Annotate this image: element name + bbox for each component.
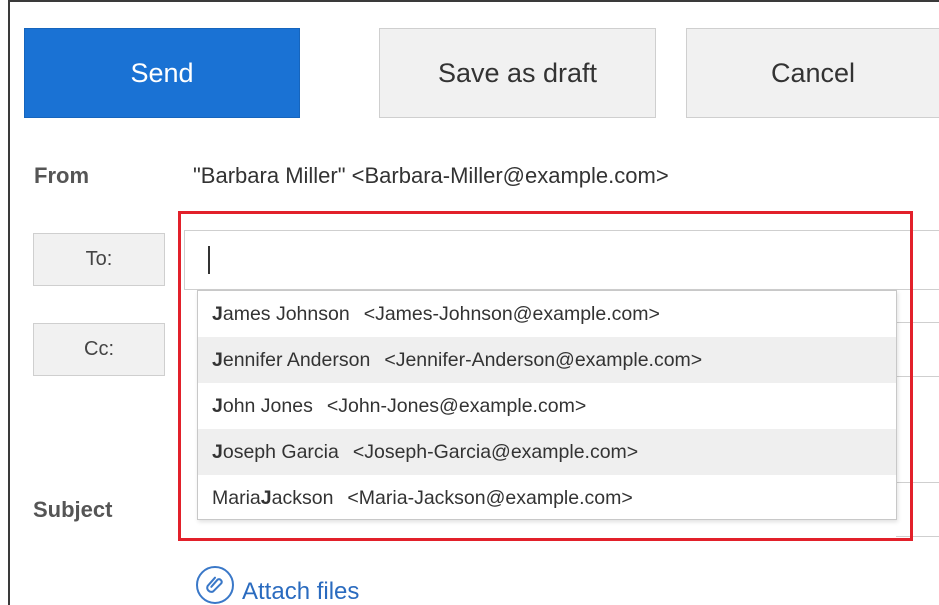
autocomplete-item[interactable]: James Johnson <James-Johnson@example.com… (198, 291, 896, 337)
item-name-rest: ames Johnson (222, 302, 350, 325)
item-name-match: J (212, 440, 223, 463)
item-email: <Maria-Jackson@example.com> (347, 486, 633, 509)
autocomplete-dropdown: James Johnson <James-Johnson@example.com… (197, 290, 897, 520)
item-email: <James-Johnson@example.com> (363, 302, 660, 325)
subject-label: Subject (33, 497, 113, 522)
item-name-match: J (212, 302, 223, 325)
item-email: <John-Jones@example.com> (326, 394, 587, 417)
from-value: "Barbara Miller" <Barbara-Miller@example… (193, 163, 669, 188)
item-email: <Joseph-Garcia@example.com> (352, 440, 639, 463)
item-email: <Jennifer-Anderson@example.com> (384, 348, 703, 371)
autocomplete-item[interactable]: Maria Jackson <Maria-Jackson@example.com… (198, 475, 896, 521)
item-name-match: J (260, 486, 272, 509)
to-button[interactable]: To: (33, 233, 165, 286)
save-as-draft-button[interactable]: Save as draft (379, 28, 656, 118)
attach-files-link[interactable]: Attach files (196, 566, 359, 605)
subject-input[interactable] (896, 482, 939, 537)
autocomplete-item[interactable]: Joseph Garcia <Joseph-Garcia@example.com… (198, 429, 896, 475)
cc-input[interactable] (896, 322, 939, 377)
window-frame-top (8, 0, 939, 2)
autocomplete-item[interactable]: Jennifer Anderson <Jennifer-Anderson@exa… (198, 337, 896, 383)
item-name-match: J (212, 348, 223, 371)
cc-button[interactable]: Cc: (33, 323, 165, 376)
window-frame-left (8, 0, 10, 605)
item-name-rest: ackson (271, 486, 334, 509)
to-input[interactable] (184, 230, 939, 290)
paperclip-icon (196, 566, 234, 604)
item-name-prefix: Maria (212, 486, 261, 509)
autocomplete-item[interactable]: John Jones <John-Jones@example.com> (198, 383, 896, 429)
text-cursor (208, 246, 210, 274)
cancel-button[interactable]: Cancel (686, 28, 939, 118)
from-label: From (34, 163, 89, 188)
item-name-rest: oseph Garcia (222, 440, 339, 463)
item-name-rest: ennifer Anderson (222, 348, 371, 371)
send-button[interactable]: Send (24, 28, 300, 118)
attach-files-label: Attach files (242, 578, 360, 605)
item-name-rest: ohn Jones (222, 394, 313, 417)
item-name-match: J (212, 394, 223, 417)
